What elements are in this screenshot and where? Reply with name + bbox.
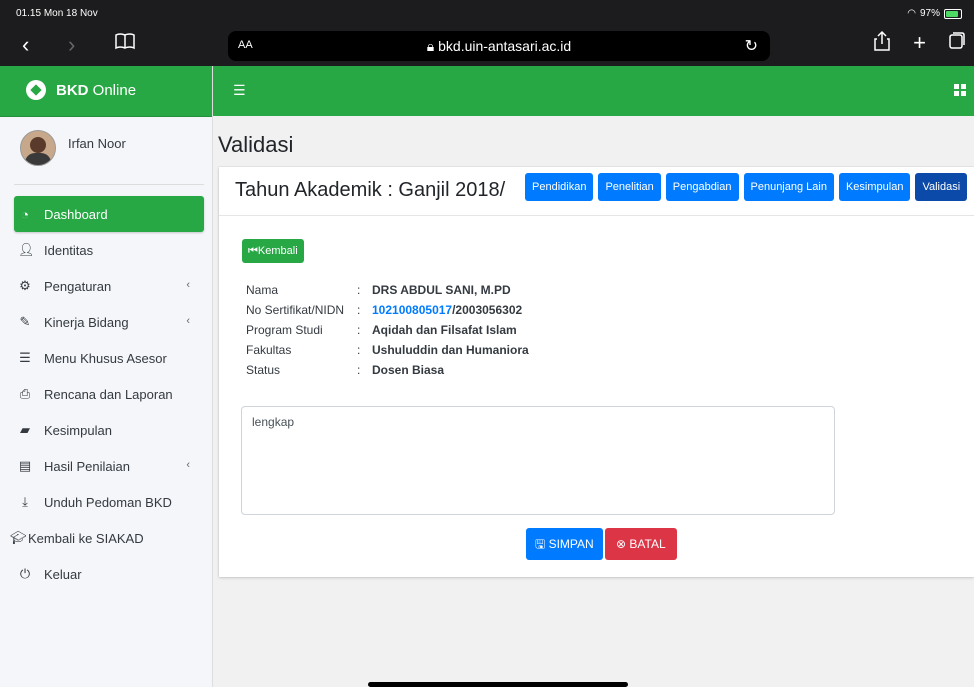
sidebar-item-kesimpulan[interactable]: ▰ Kesimpulan xyxy=(14,412,204,448)
sidebar-item-label: Kembali ke SIAKAD xyxy=(28,530,144,546)
user-name: Irfan Noor xyxy=(68,136,126,151)
lecturer-name: DRS ABDUL SANI, M.PD xyxy=(372,283,511,297)
status-right: ◠ 97% xyxy=(907,8,962,19)
download-icon: ⤓ xyxy=(22,494,28,509)
lock-icon: 🔒︎ xyxy=(426,38,435,54)
times-circle-icon: ⊗ xyxy=(616,537,627,551)
bookmarks-icon[interactable] xyxy=(114,30,136,61)
print-icon: ⎙ xyxy=(19,386,31,401)
sidebar-item-label: Menu Khusus Asesor xyxy=(44,350,167,366)
tab-penunjang-lain[interactable]: Penunjang Lain xyxy=(743,173,834,201)
tabs-icon[interactable] xyxy=(948,30,966,58)
battery-percent: 97% xyxy=(919,8,940,19)
logo-icon xyxy=(26,80,46,100)
page-title: Validasi xyxy=(218,132,294,157)
power-icon: ⏻ xyxy=(19,566,31,581)
lecturer-info: Nama : DRS ABDUL SANI, M.PD No Sertifika… xyxy=(246,280,529,380)
brand-text: BKD Online xyxy=(56,82,137,99)
top-navbar: ☰ xyxy=(213,66,974,116)
cog-icon: ⚙︎ xyxy=(19,278,31,293)
hamburger-menu-icon[interactable]: ☰ xyxy=(233,82,246,99)
wifi-icon: ◠ xyxy=(907,8,916,19)
dashboard-icon: ◔ xyxy=(21,206,29,222)
forward-arrow-icon[interactable]: › xyxy=(68,30,75,60)
address-bar[interactable]: AA 🔒︎ bkd.uin-antasari.ac.id ↻ xyxy=(228,31,770,61)
ios-status-bar: 01.15 Mon 18 Nov ◠ 97% xyxy=(0,0,974,24)
back-arrow-icon[interactable]: ‹ xyxy=(22,30,29,60)
grid-apps-icon[interactable] xyxy=(954,84,966,96)
book-icon: ▰ xyxy=(20,422,30,437)
user-panel[interactable]: Irfan Noor xyxy=(14,126,204,185)
sertifikat-link[interactable]: 102100805017 xyxy=(372,303,452,317)
cancel-button[interactable]: ⊗ BATAL xyxy=(605,528,677,560)
status-time: 01.15 Mon 18 Nov xyxy=(16,8,98,19)
brand-link[interactable]: BKD Online xyxy=(0,66,212,117)
graduation-cap-icon: 🎓︎ xyxy=(10,530,27,545)
program-studi-value: Aqidah dan Filsafat Islam xyxy=(372,323,517,337)
home-indicator xyxy=(368,682,628,687)
user-icon: 👤︎ xyxy=(18,242,35,257)
sidebar-item-label: Unduh Pedoman BKD xyxy=(44,494,172,510)
sidebar-item-kembali-ke-siakad[interactable]: 🎓︎ Kembali ke SIAKAD xyxy=(10,520,204,556)
validation-card: Tahun Akademik : Ganjil 2018/ Pendidikan… xyxy=(219,167,974,577)
section-tabs: Pendidikan Penelitian Pengabdian Penunja… xyxy=(525,173,968,201)
file-icon: ▤ xyxy=(18,458,32,473)
sidebar-item-pengaturan[interactable]: ⚙︎ Pengaturan ‹ xyxy=(14,268,204,304)
info-row-nidn: No Sertifikat/NIDN : 102100805017/200305… xyxy=(246,303,523,317)
sidebar-item-label: Hasil Penilaian xyxy=(44,458,130,474)
sidebar-item-hasil-penilaian[interactable]: ▤ Hasil Penilaian ‹ xyxy=(14,448,204,484)
sidebar-menu: ◔ Dashboard 👤︎ Identitas ⚙︎ Pengaturan ‹… xyxy=(10,196,204,592)
share-icon[interactable] xyxy=(873,30,891,58)
info-row-fakultas: Fakultas : Ushuluddin dan Humaniora xyxy=(246,340,529,360)
tab-pengabdian[interactable]: Pengabdian xyxy=(665,173,739,201)
chevron-left-icon: ‹ xyxy=(186,315,190,327)
card-title: Tahun Akademik : Ganjil 2018/ xyxy=(235,179,506,201)
sidebar-item-label: Kinerja Bidang xyxy=(44,314,129,330)
sidebar-item-menu-khusus-asesor[interactable]: ☰ Menu Khusus Asesor xyxy=(14,340,204,376)
sidebar-item-label: Keluar xyxy=(44,566,82,582)
back-button[interactable]: ⏮︎Kembali xyxy=(242,239,304,263)
url-text: 🔒︎ bkd.uin-antasari.ac.id xyxy=(426,38,572,54)
save-button[interactable]: 🖫 SIMPAN xyxy=(526,528,603,560)
sidebar-item-rencana-dan-laporan[interactable]: ⎙ Rencana dan Laporan xyxy=(14,376,204,412)
reload-icon[interactable]: ↻ xyxy=(745,36,758,56)
sidebar-item-label: Dashboard xyxy=(44,206,108,222)
status-value: Dosen Biasa xyxy=(372,363,445,377)
sidebar-item-label: Rencana dan Laporan xyxy=(44,386,173,402)
tab-pendidikan[interactable]: Pendidikan xyxy=(525,173,594,201)
card-header: Tahun Akademik : Ganjil 2018/ Pendidikan… xyxy=(219,167,974,216)
browser-toolbar: ‹ › AA 🔒︎ bkd.uin-antasari.ac.id ↻ + xyxy=(0,24,974,66)
info-row-nama: Nama : DRS ABDUL SANI, M.PD xyxy=(246,280,529,300)
sidebar-item-dashboard[interactable]: ◔ Dashboard xyxy=(14,196,204,232)
tab-penelitian[interactable]: Penelitian xyxy=(598,173,661,201)
new-tab-icon[interactable]: + xyxy=(913,30,926,58)
validation-note-textarea[interactable]: lengkap xyxy=(241,406,835,515)
sidebar-item-keluar[interactable]: ⏻ Keluar xyxy=(14,556,204,592)
info-row-status: Status : Dosen Biasa xyxy=(246,360,529,380)
sidebar-item-label: Pengaturan xyxy=(44,278,112,294)
sidebar-item-label: Identitas xyxy=(44,242,94,258)
backward-icon: ⏮︎ xyxy=(248,245,258,257)
list-icon: ☰ xyxy=(19,350,31,365)
edit-icon: ✎ xyxy=(19,314,31,329)
sidebar-item-identitas[interactable]: 👤︎ Identitas xyxy=(14,232,204,268)
battery-icon xyxy=(944,8,962,19)
fakultas-value: Ushuluddin dan Humaniora xyxy=(372,343,529,357)
nidn-value: /2003056302 xyxy=(452,303,523,317)
sidebar-item-label: Kesimpulan xyxy=(44,422,112,438)
info-row-prodi: Program Studi : Aqidah dan Filsafat Isla… xyxy=(246,320,529,340)
sidebar: BKD Online Irfan Noor ◔ Dashboard 👤︎ Ide… xyxy=(0,66,213,687)
sidebar-item-kinerja-bidang[interactable]: ✎ Kinerja Bidang ‹ xyxy=(14,304,204,340)
save-icon: 🖫 xyxy=(535,537,546,551)
avatar xyxy=(20,130,56,166)
sidebar-item-unduh-pedoman-bkd[interactable]: ⤓ Unduh Pedoman BKD xyxy=(14,484,204,520)
chevron-left-icon: ‹ xyxy=(186,459,190,471)
tab-validasi[interactable]: Validasi xyxy=(915,173,968,201)
chevron-left-icon: ‹ xyxy=(186,279,190,291)
browser-actions: + xyxy=(873,30,966,58)
tab-kesimpulan[interactable]: Kesimpulan xyxy=(838,173,911,201)
